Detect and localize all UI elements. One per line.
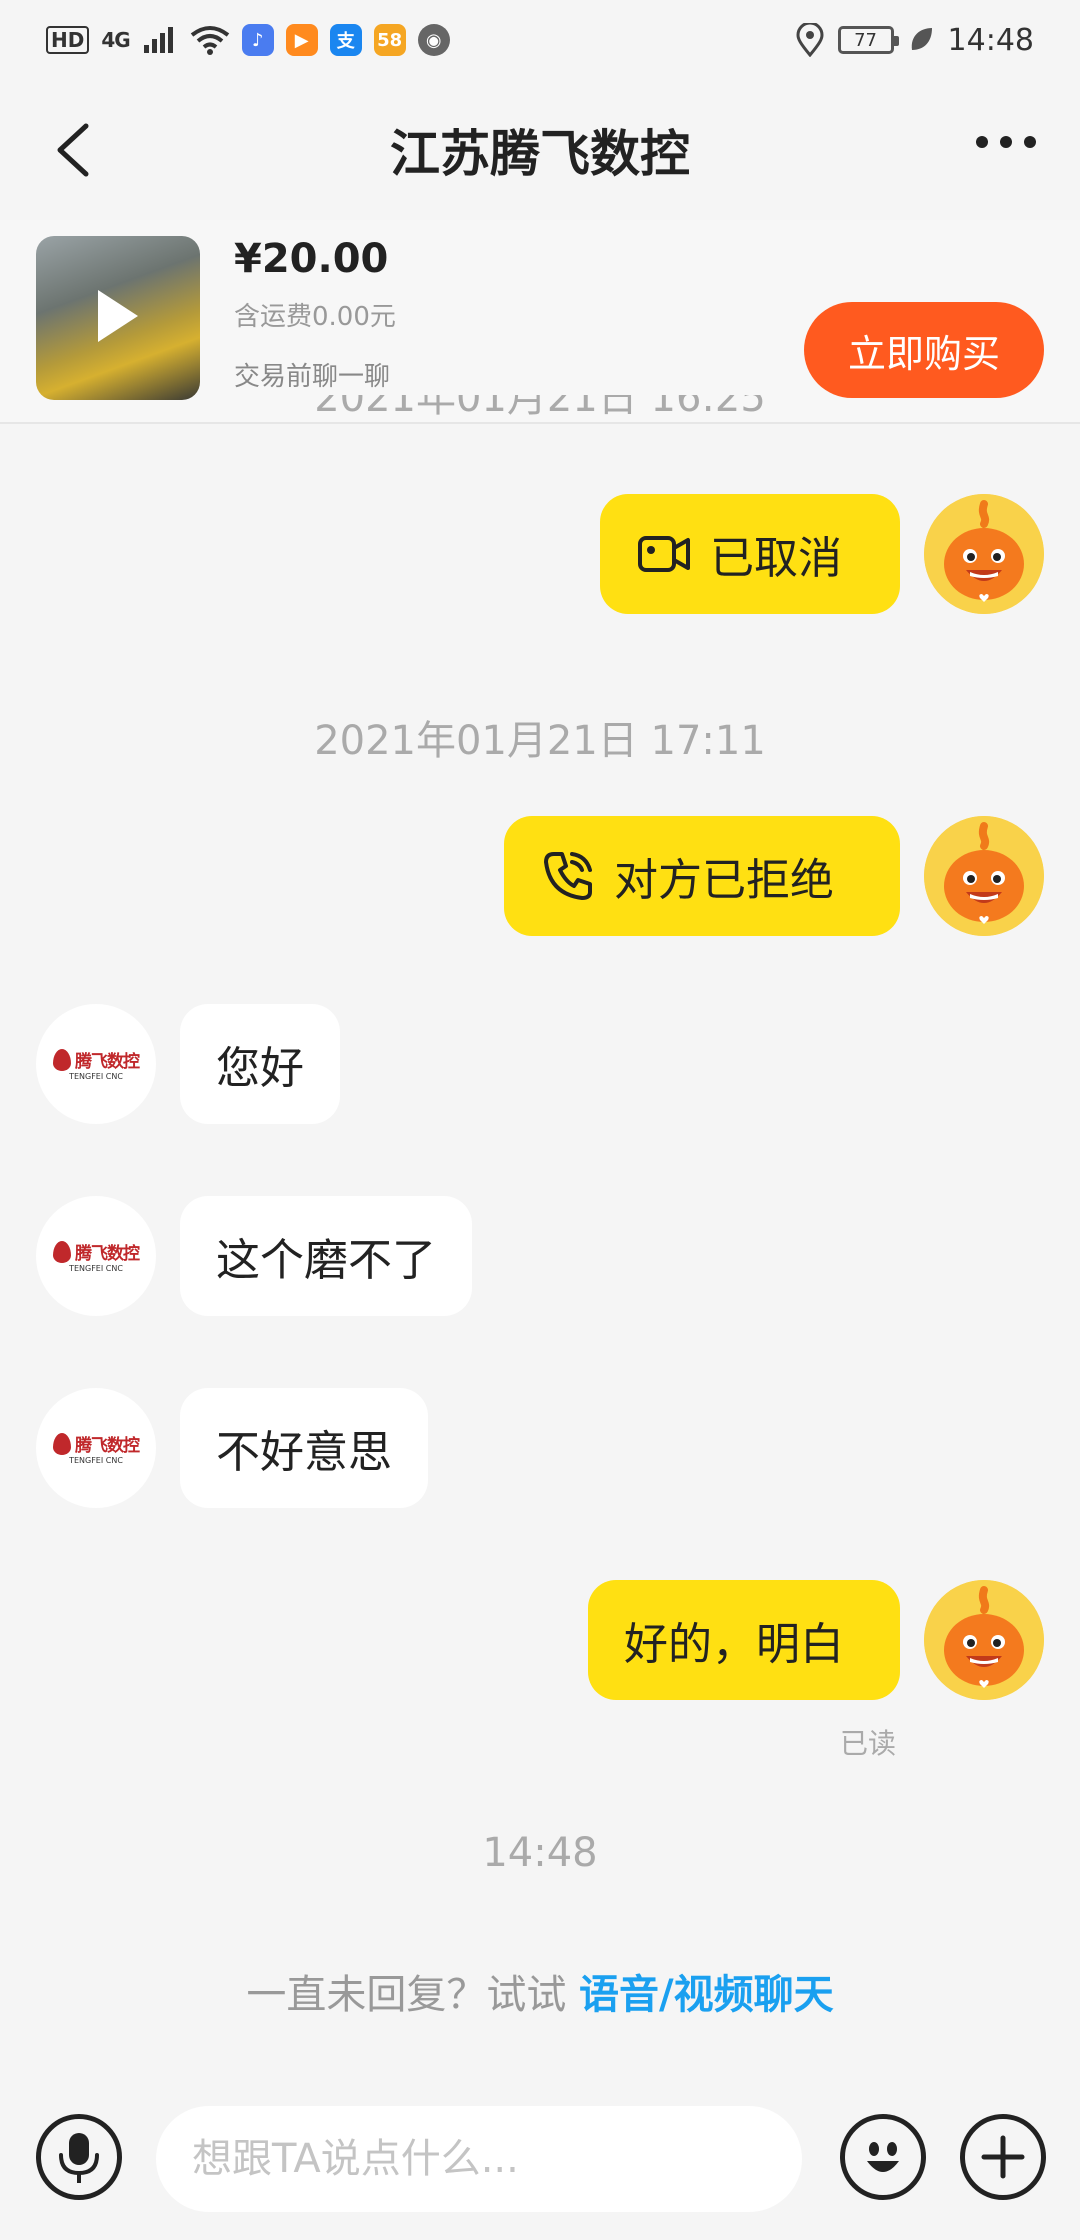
- more-actions-button[interactable]: [960, 2114, 1046, 2200]
- play-icon: [98, 290, 138, 342]
- message-input[interactable]: [156, 2106, 802, 2212]
- app-58-icon: 58: [373, 24, 406, 56]
- logo-drop-icon: [53, 1048, 71, 1071]
- plus-icon: [981, 2135, 1025, 2179]
- hint-text: 一直未回复？试试: [246, 1972, 580, 2018]
- reply-hint: 一直未回复？试试 语音/视频聊天: [0, 1962, 1080, 2020]
- status-bar: HD 4G ♪ ▶ 支 58 ◉ 77 14:48: [0, 0, 1080, 80]
- seller-avatar[interactable]: 腾飞数控 TENGFEI CNC: [36, 1004, 156, 1124]
- message-sorry[interactable]: 不好意思: [180, 1388, 428, 1508]
- back-icon[interactable]: [48, 120, 108, 180]
- buy-now-button[interactable]: 立即购买: [804, 302, 1044, 398]
- message-text: 不好意思: [216, 1427, 392, 1478]
- logo-name: 腾飞数控: [75, 1436, 140, 1456]
- microphone-icon: [59, 2133, 99, 2183]
- my-avatar[interactable]: [924, 1580, 1044, 1700]
- product-card[interactable]: ¥20.00 含运费0.00元 交易前聊一聊 立即购买: [0, 220, 1080, 424]
- alipay-app-icon: 支: [329, 24, 362, 56]
- timestamp-partial: 2021年01月21日 16:25: [314, 395, 766, 421]
- mascot-avatar-icon: [924, 494, 1044, 614]
- seller-logo: 腾飞数控: [53, 1239, 140, 1264]
- message-ok[interactable]: 好的，明白: [588, 1580, 900, 1700]
- message-text: 已取消: [710, 533, 842, 584]
- message-text: 对方已拒绝: [614, 855, 834, 906]
- clock: 14:48: [947, 22, 1034, 58]
- input-bar: [0, 2100, 1080, 2240]
- chat-header: 江苏腾飞数控: [0, 80, 1080, 220]
- chat-hint: 交易前聊一聊: [234, 362, 391, 392]
- logo-sub: TENGFEI CNC: [69, 1264, 123, 1273]
- mascot-avatar-icon: [924, 1580, 1044, 1700]
- page-title: 江苏腾飞数控: [390, 125, 690, 183]
- seller-logo: 腾飞数控: [53, 1431, 140, 1456]
- network-type: 4G: [101, 28, 130, 52]
- logo-sub: TENGFEI CNC: [69, 1072, 123, 1081]
- location-icon: [796, 23, 824, 57]
- music-app-icon: ♪: [241, 24, 274, 56]
- phone-icon: [544, 852, 592, 900]
- read-status: 已读: [840, 1727, 897, 1760]
- message-hello[interactable]: 您好: [180, 1004, 340, 1124]
- video-app-icon: ▶: [285, 24, 318, 56]
- seller-logo: 腾飞数控: [53, 1047, 140, 1072]
- shipping-fee: 含运费0.00元: [234, 302, 396, 332]
- message-cannot-grind[interactable]: 这个磨不了: [180, 1196, 472, 1316]
- timestamp: 2021年01月21日 17:11: [314, 718, 766, 764]
- my-avatar[interactable]: [924, 494, 1044, 614]
- logo-drop-icon: [53, 1432, 71, 1455]
- leaf-icon: [911, 28, 932, 50]
- emoji-button[interactable]: [840, 2114, 926, 2200]
- video-camera-icon: [638, 536, 690, 572]
- audio-app-icon: ◉: [417, 24, 450, 56]
- battery-icon: 77: [837, 26, 899, 54]
- message-text: 您好: [216, 1043, 304, 1094]
- message-text: 好的，明白: [624, 1619, 844, 1670]
- message-voice-call[interactable]: 对方已拒绝: [504, 816, 900, 936]
- hd-indicator: HD: [46, 26, 90, 54]
- voice-input-button[interactable]: [36, 2114, 122, 2200]
- seller-avatar[interactable]: 腾飞数控 TENGFEI CNC: [36, 1196, 156, 1316]
- timestamp: 14:48: [482, 1830, 598, 1876]
- product-price: ¥20.00: [234, 236, 389, 282]
- wifi-icon: [190, 26, 229, 55]
- message-text: 这个磨不了: [216, 1235, 436, 1286]
- message-video-call[interactable]: 已取消: [600, 494, 900, 614]
- logo-drop-icon: [53, 1240, 71, 1263]
- voice-video-chat-link[interactable]: 语音/视频聊天: [579, 1972, 834, 2018]
- smiley-icon: [867, 2142, 899, 2172]
- logo-name: 腾飞数控: [75, 1244, 140, 1264]
- logo-name: 腾飞数控: [75, 1052, 140, 1072]
- product-video-thumbnail[interactable]: [36, 236, 200, 400]
- more-options-icon[interactable]: [976, 136, 1036, 148]
- signal-icon: [143, 27, 173, 53]
- logo-sub: TENGFEI CNC: [69, 1456, 123, 1465]
- my-avatar[interactable]: [924, 816, 1044, 936]
- seller-avatar[interactable]: 腾飞数控 TENGFEI CNC: [36, 1388, 156, 1508]
- mascot-avatar-icon: [924, 816, 1044, 936]
